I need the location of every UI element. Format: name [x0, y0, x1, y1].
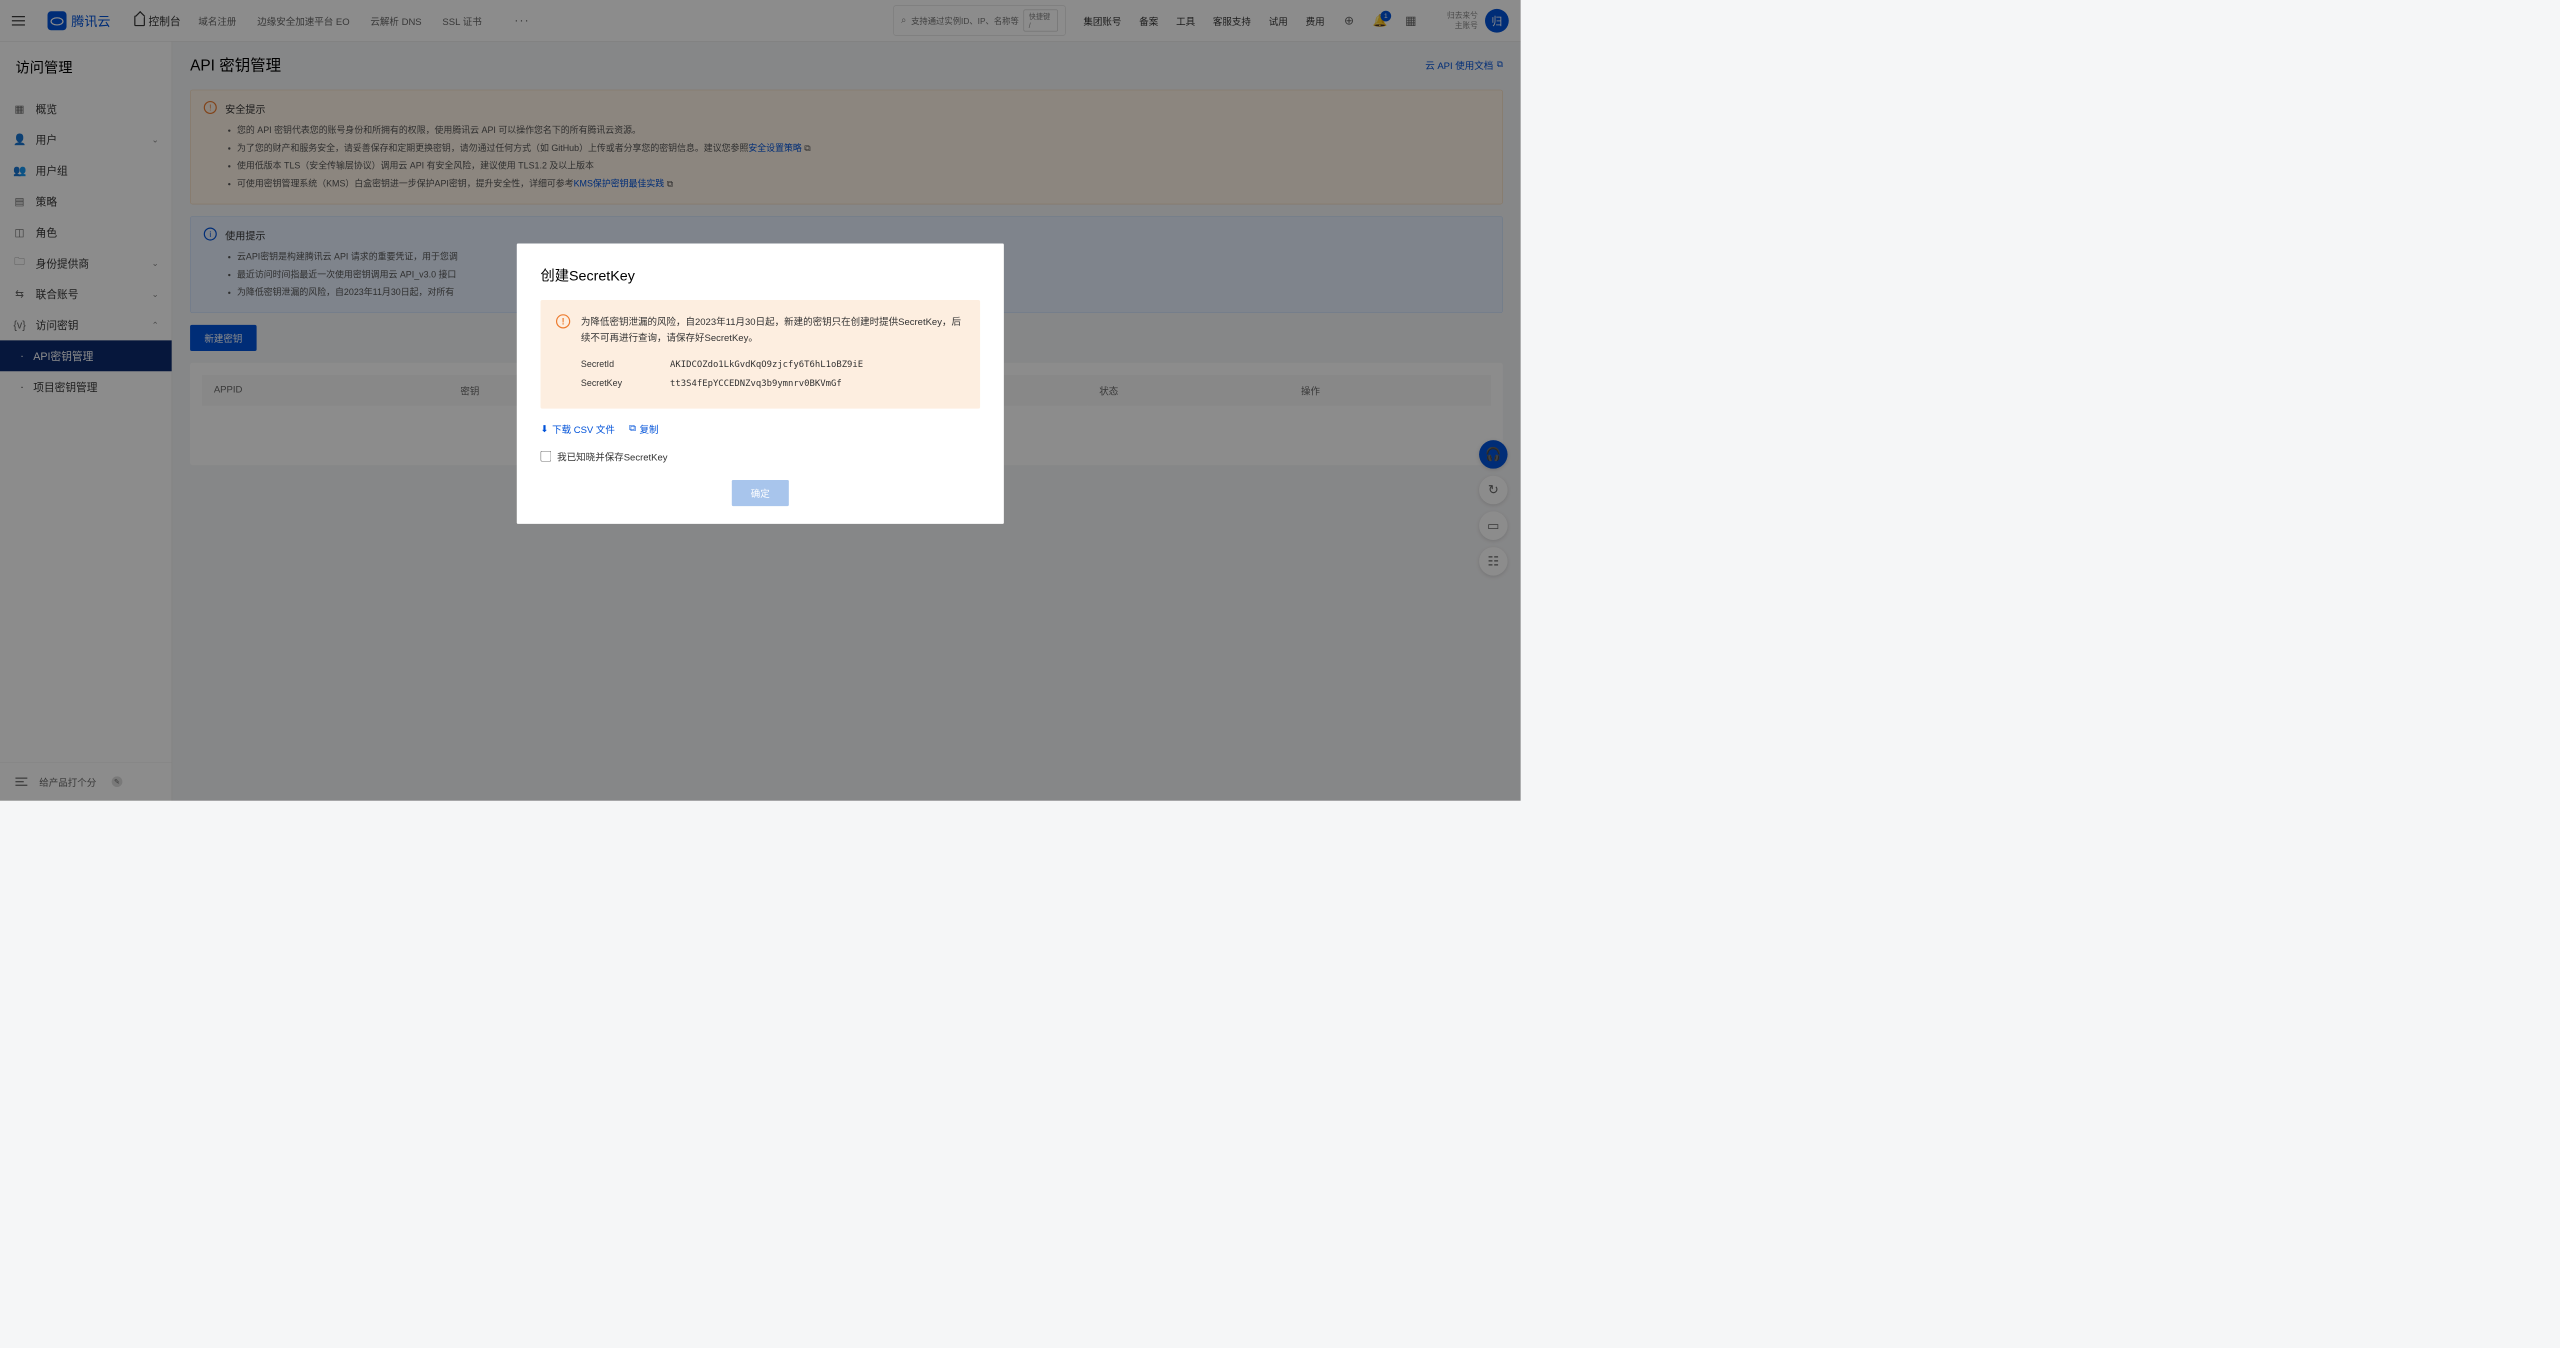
acknowledge-checkbox-input[interactable]: [541, 451, 552, 462]
create-secretkey-modal: 创建SecretKey ! 为降低密钥泄漏的风险，自2023年11月30日起，新…: [517, 244, 1004, 525]
copy-label: 复制: [640, 422, 659, 436]
modal-title: 创建SecretKey: [541, 264, 981, 285]
modal-footer: 确定: [541, 480, 981, 506]
acknowledge-checkbox[interactable]: 我已知晓并保存SecretKey: [541, 449, 981, 463]
key-table: SecretId AKIDCOZdo1LkGvdKqO9zjcfy6T6hL1o…: [581, 357, 965, 391]
modal-overlay[interactable]: 创建SecretKey ! 为降低密钥泄漏的风险，自2023年11月30日起，新…: [0, 0, 1521, 801]
modal-actions: ⬇下载 CSV 文件 ⧉ 复制: [541, 422, 981, 436]
secret-id-label: SecretId: [581, 357, 670, 372]
secret-key-value: tt3S4fEpYCCEDNZvq3b9ymnrv0BKVmGf: [670, 376, 842, 391]
download-csv-button[interactable]: ⬇下载 CSV 文件: [541, 422, 615, 436]
secret-id-value: AKIDCOZdo1LkGvdKqO9zjcfy6T6hL1oBZ9iE: [670, 357, 863, 372]
modal-warning: ! 为降低密钥泄漏的风险，自2023年11月30日起，新建的密钥只在创建时提供S…: [541, 300, 981, 409]
copy-icon: ⧉: [629, 424, 636, 435]
warning-icon: !: [556, 314, 570, 328]
copy-button[interactable]: ⧉ 复制: [629, 422, 658, 436]
download-icon: ⬇: [541, 423, 549, 435]
secret-key-label: SecretKey: [581, 376, 670, 391]
confirm-button[interactable]: 确定: [732, 480, 789, 506]
download-label: 下载 CSV 文件: [552, 422, 615, 436]
acknowledge-label: 我已知晓并保存SecretKey: [557, 449, 667, 463]
modal-warning-text: 为降低密钥泄漏的风险，自2023年11月30日起，新建的密钥只在创建时提供Sec…: [581, 314, 965, 346]
